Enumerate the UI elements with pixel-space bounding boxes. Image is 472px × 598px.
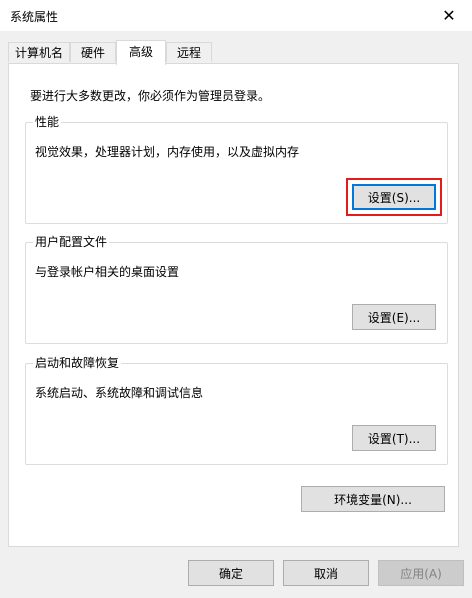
cancel-button[interactable]: 取消 <box>283 560 369 586</box>
apply-button[interactable]: 应用(A) <box>378 560 464 586</box>
startup-recovery-description: 系统启动、系统故障和调试信息 <box>35 386 204 400</box>
user-profiles-group: 用户配置文件 与登录帐户相关的桌面设置 设置(E)... <box>25 234 448 344</box>
advanced-panel: 要进行大多数更改，你必须作为管理员登录。 性能 视觉效果，处理器计划，内存使用，… <box>8 63 459 547</box>
tab-remote[interactable]: 远程 <box>166 42 212 62</box>
admin-note: 要进行大多数更改，你必须作为管理员登录。 <box>30 89 271 103</box>
tab-advanced[interactable]: 高级 <box>116 40 166 65</box>
performance-legend: 性能 <box>33 114 62 130</box>
performance-group: 性能 视觉效果，处理器计划，内存使用，以及虚拟内存 设置(S)... <box>25 114 448 224</box>
user-profiles-description: 与登录帐户相关的桌面设置 <box>35 265 180 279</box>
performance-description: 视觉效果，处理器计划，内存使用，以及虚拟内存 <box>35 145 300 159</box>
performance-settings-button[interactable]: 设置(S)... <box>352 184 436 210</box>
title-bar: 系统属性 ✕ <box>0 0 472 31</box>
ok-button[interactable]: 确定 <box>188 560 274 586</box>
tab-hardware[interactable]: 硬件 <box>70 42 116 62</box>
startup-recovery-legend: 启动和故障恢复 <box>33 355 122 371</box>
startup-recovery-settings-button[interactable]: 设置(T)... <box>352 425 436 451</box>
environment-variables-button[interactable]: 环境变量(N)... <box>301 486 445 512</box>
startup-recovery-group: 启动和故障恢复 系统启动、系统故障和调试信息 设置(T)... <box>25 355 448 465</box>
close-icon[interactable]: ✕ <box>426 0 472 31</box>
tab-computer-name[interactable]: 计算机名 <box>8 42 70 62</box>
user-profiles-legend: 用户配置文件 <box>33 234 110 250</box>
window-title: 系统属性 <box>10 10 59 24</box>
user-profiles-settings-button[interactable]: 设置(E)... <box>352 304 436 330</box>
